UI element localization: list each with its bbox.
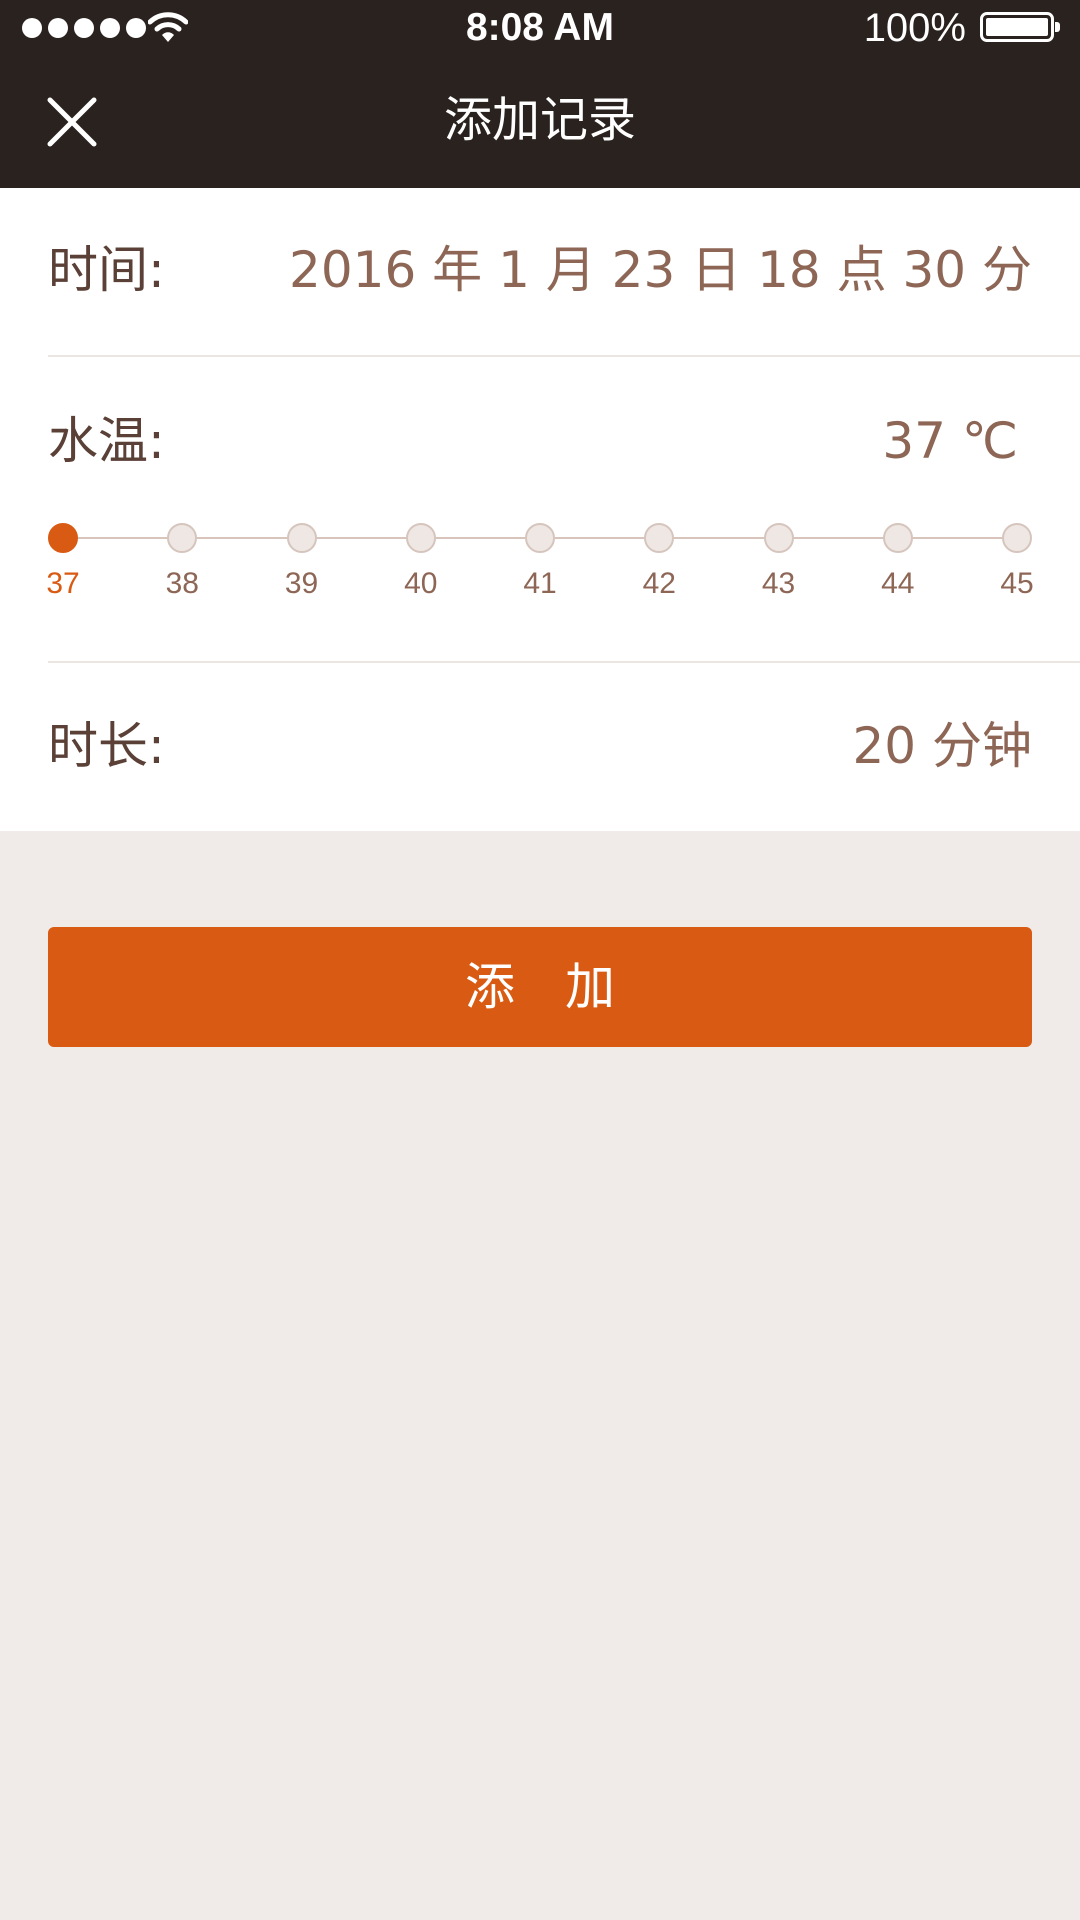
duration-label: 时长: [48, 717, 165, 775]
status-bar: 8:08 AM 100% [0, 0, 1080, 56]
temperature-stop[interactable]: 41 [514, 517, 566, 629]
slider-knob[interactable] [644, 523, 675, 553]
temperature-slider[interactable]: 37 38 39 40 41 42 43 44 45 [46, 517, 1034, 637]
temperature-stop[interactable]: 40 [395, 517, 447, 629]
temperature-stop[interactable]: 44 [872, 517, 924, 629]
slider-knob[interactable] [405, 523, 436, 553]
navigation-bar: 添加记录 [0, 56, 1080, 188]
time-label: 时间: [48, 241, 165, 299]
time-value[interactable]: 2016 年 1 月 23 日 18 点 30 分 [289, 240, 1032, 300]
battery-icon [980, 12, 1060, 42]
slider-knob[interactable] [167, 523, 198, 553]
divider [48, 661, 1080, 663]
battery-percent: 100% [863, 6, 966, 50]
slider-knob[interactable] [882, 523, 913, 553]
water-temp-value: 37 ℃ [882, 412, 1018, 470]
temperature-stop[interactable]: 38 [156, 517, 208, 629]
temperature-option-label: 41 [523, 567, 557, 600]
add-button[interactable]: 添加 [48, 927, 1032, 1047]
temperature-option-label: 40 [404, 567, 438, 600]
slider-knob[interactable] [48, 523, 78, 553]
temperature-stop[interactable]: 39 [276, 517, 328, 629]
temperature-stop[interactable]: 37 [37, 517, 89, 629]
slider-knob[interactable] [763, 523, 794, 553]
temperature-option-label: 37 [46, 567, 80, 600]
slider-knob[interactable] [286, 523, 317, 553]
water-temp-label: 水温: [48, 412, 165, 470]
slider-knob[interactable] [525, 523, 555, 553]
temperature-option-label: 39 [284, 567, 319, 600]
page-title: 添加记录 [443, 92, 636, 148]
temperature-stop[interactable]: 43 [753, 517, 805, 629]
temperature-stop[interactable]: 42 [633, 517, 685, 629]
temperature-option-label: 38 [165, 567, 199, 600]
temperature-option-label: 42 [642, 567, 676, 600]
duration-value[interactable]: 20 分钟 [852, 716, 1032, 776]
record-form: 时间: 2016 年 1 月 23 日 18 点 30 分 水温: 37 ℃ 3… [0, 188, 1080, 831]
divider [48, 355, 1080, 357]
temperature-option-label: 43 [761, 567, 796, 600]
temperature-option-label: 45 [1000, 567, 1034, 600]
slider-knob[interactable] [1002, 523, 1032, 553]
temperature-option-label: 44 [881, 567, 915, 600]
temperature-stop[interactable]: 45 [991, 517, 1043, 629]
